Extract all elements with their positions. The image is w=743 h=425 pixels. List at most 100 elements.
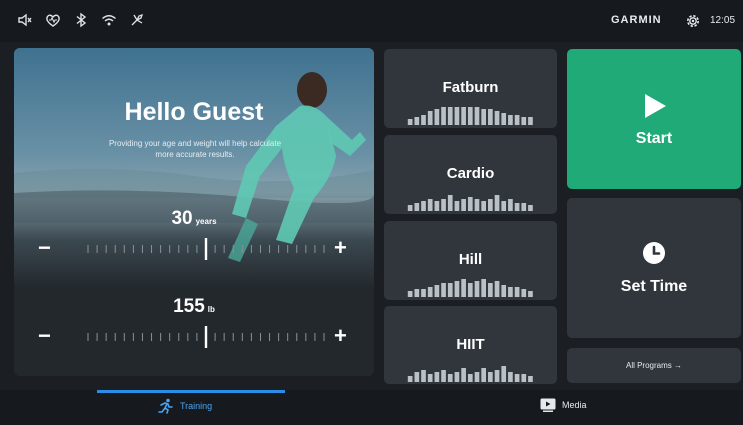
program-bar (447, 195, 453, 211)
program-card-hill[interactable]: Hill (384, 221, 557, 300)
volume-icon[interactable] (16, 11, 34, 29)
program-bar (407, 291, 413, 297)
bottom-tab-bar (0, 390, 743, 425)
media-icon (540, 398, 556, 412)
program-bar (474, 281, 480, 297)
weight-unit: lb (207, 305, 215, 314)
program-bar (454, 201, 460, 211)
slider-handle[interactable] (204, 238, 208, 260)
program-bar (427, 374, 433, 382)
program-card-hiit[interactable]: HIIT (384, 306, 557, 384)
gear-connect-icon[interactable] (128, 11, 146, 29)
program-bar (467, 197, 473, 211)
program-bar (461, 107, 466, 125)
program-bar (414, 203, 420, 211)
program-bar (488, 283, 493, 297)
clock-icon (643, 242, 665, 264)
program-bar (467, 374, 473, 382)
weight-increase-button[interactable]: + (334, 325, 347, 347)
all-programs-button[interactable]: All Programs → (567, 348, 741, 383)
program-label: Cardio (446, 165, 495, 182)
program-label: Fatburn (442, 79, 499, 96)
profile-panel: Hello Guest Providing your age and weigh… (14, 48, 374, 376)
program-bar (447, 374, 453, 382)
program-bar (461, 368, 466, 382)
program-bar (501, 201, 507, 211)
start-button[interactable]: Start (567, 49, 741, 189)
wifi-icon[interactable] (100, 11, 118, 29)
set-time-button[interactable]: Set Time (567, 198, 741, 338)
program-bar (488, 109, 493, 125)
program-bar (521, 374, 527, 382)
age-increase-button[interactable]: + (334, 237, 347, 259)
program-bar (421, 115, 426, 125)
program-bar (494, 281, 500, 297)
program-bar (454, 281, 460, 297)
program-bar (501, 113, 507, 125)
weight-value: 155 (173, 296, 205, 317)
program-bar (488, 372, 493, 382)
program-bar (528, 376, 533, 382)
status-bar: GARMIN 12:05 (0, 0, 743, 42)
program-card-fatburn[interactable]: Fatburn (384, 49, 557, 128)
program-bar (441, 283, 446, 297)
program-bar (447, 283, 453, 297)
program-bar (434, 372, 440, 382)
program-bar (494, 370, 500, 382)
slider-handle[interactable] (204, 326, 208, 348)
program-bar (454, 372, 460, 382)
program-bar (528, 205, 533, 211)
program-bar (441, 370, 446, 382)
age-readout: 30 years (14, 208, 374, 230)
program-bar (434, 109, 440, 125)
tab-training-label: Training (180, 401, 213, 411)
program-bar (508, 115, 513, 125)
program-bar (427, 287, 433, 297)
program-bar (514, 287, 520, 297)
weight-readout: 155 lb (14, 296, 374, 318)
program-bar (488, 199, 493, 211)
weight-decrease-button[interactable]: − (38, 325, 51, 347)
program-bar (421, 370, 426, 382)
program-bar (494, 111, 500, 125)
program-bar (494, 195, 500, 211)
program-bar (528, 291, 533, 297)
program-bar (474, 372, 480, 382)
bluetooth-icon[interactable] (72, 11, 90, 29)
set-time-label: Set Time (620, 278, 688, 295)
program-bar (447, 107, 453, 125)
age-decrease-button[interactable]: − (38, 237, 51, 259)
program-bar (474, 199, 480, 211)
tab-active-indicator (97, 390, 285, 393)
program-bar (427, 111, 433, 125)
program-bar (461, 199, 466, 211)
tab-training[interactable]: Training (158, 398, 212, 414)
program-bar (521, 117, 527, 125)
greeting-title: Hello Guest (124, 98, 264, 126)
greeting-subtitle: Providing your age and weight will help … (108, 139, 282, 159)
program-bar (521, 203, 527, 211)
program-bar (514, 374, 520, 382)
tab-media[interactable]: Media (540, 398, 587, 412)
program-bar (521, 289, 527, 297)
age-slider[interactable] (84, 237, 328, 261)
program-bar (501, 366, 507, 382)
settings-gear-icon[interactable] (684, 12, 702, 30)
program-profile-bars (407, 107, 533, 125)
program-bar (407, 376, 413, 382)
program-bar (421, 201, 426, 211)
program-bar (407, 119, 413, 125)
program-label: HIIT (456, 336, 485, 353)
age-value: 30 (171, 208, 193, 229)
weight-slider[interactable] (84, 325, 328, 349)
program-profile-bars (407, 195, 533, 211)
program-bar (528, 117, 533, 125)
program-bar (454, 107, 460, 125)
program-bar (474, 107, 480, 125)
heart-icon[interactable] (44, 11, 62, 29)
program-card-cardio[interactable]: Cardio (384, 135, 557, 214)
program-bar (441, 199, 446, 211)
program-bar (481, 279, 487, 297)
program-bar (414, 117, 420, 125)
program-bar (481, 201, 487, 211)
